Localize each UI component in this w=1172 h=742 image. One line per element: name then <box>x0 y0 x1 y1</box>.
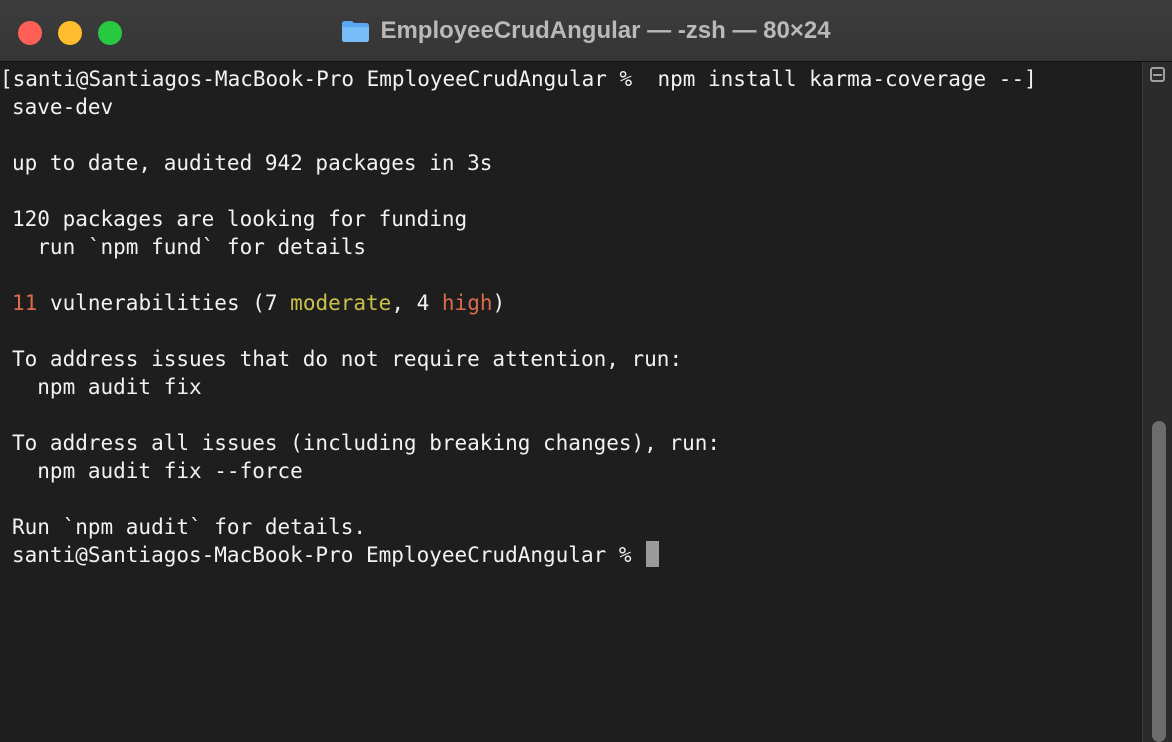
terminal-line: up to date, audited 942 packages in 3s <box>12 151 493 175</box>
text-cursor <box>646 541 660 567</box>
terminal-line: Run `npm audit` for details. <box>12 515 367 539</box>
terminal-window: EmployeeCrudAngular — -zsh — 80×24 [sant… <box>0 0 1172 742</box>
window-title: EmployeeCrudAngular — -zsh — 80×24 <box>380 17 831 44</box>
terminal-line: To address all issues (including breakin… <box>12 431 721 455</box>
terminal-line: [santi@Santiagos-MacBook-Pro EmployeeCru… <box>0 67 1037 91</box>
shell-prompt: santi@Santiagos-MacBook-Pro EmployeeCrud… <box>12 543 645 567</box>
terminal-line: save-dev <box>12 95 114 119</box>
split-pane-icon[interactable] <box>1150 67 1165 82</box>
terminal-output[interactable]: [santi@Santiagos-MacBook-Pro EmployeeCru… <box>0 62 1142 742</box>
vulnerability-text: vulnerabilities (7 <box>37 291 291 315</box>
scrollbar-thumb[interactable] <box>1152 421 1166 742</box>
high-label: high <box>441 291 493 315</box>
prompt-line[interactable]: santi@Santiagos-MacBook-Pro EmployeeCrud… <box>0 541 1142 569</box>
terminal-line: npm audit fix --force <box>12 459 303 483</box>
terminal-line: run `npm fund` for details <box>12 235 367 259</box>
terminal-line: npm audit fix <box>12 375 202 399</box>
folder-icon <box>342 21 370 42</box>
window-title-group: EmployeeCrudAngular — -zsh — 80×24 <box>0 0 1172 62</box>
vulnerability-count: 11 <box>12 291 38 315</box>
vulnerability-separator: , 4 <box>391 291 442 315</box>
moderate-label: moderate <box>290 291 392 315</box>
terminal-line: 120 packages are looking for funding <box>12 207 468 231</box>
terminal-line: To address issues that do not require at… <box>12 347 683 371</box>
vulnerability-summary-line: 11 vulnerabilities (7 moderate, 4 high) <box>0 289 1142 317</box>
vulnerability-end: ) <box>492 291 506 315</box>
title-bar[interactable]: EmployeeCrudAngular — -zsh — 80×24 <box>0 0 1172 62</box>
